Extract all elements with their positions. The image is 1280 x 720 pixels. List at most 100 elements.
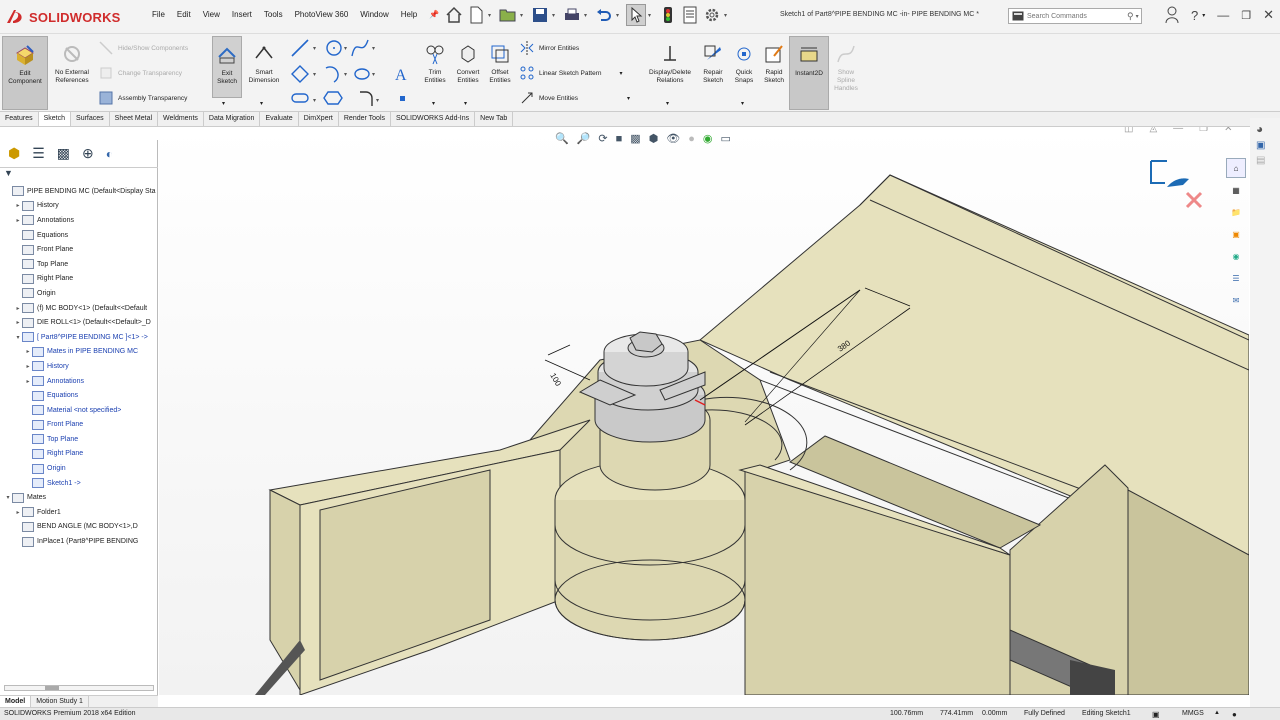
menu-tools[interactable]: Tools	[258, 10, 289, 19]
tree-item[interactable]: Front Plane	[0, 418, 158, 433]
tree-item[interactable]: ▸ Annotations	[0, 213, 158, 228]
tab-evaluate[interactable]: Evaluate	[260, 112, 299, 126]
open-folder-icon[interactable]	[498, 4, 518, 26]
search-box[interactable]: ⚲ ▾	[1008, 8, 1142, 24]
tree-item[interactable]: ▾ Mates	[0, 490, 158, 505]
cancel-corner-icon[interactable]	[1185, 191, 1203, 209]
menu-photoview[interactable]: PhotoView 360	[289, 10, 355, 19]
tile-right-icon[interactable]: ◬	[1149, 127, 1157, 134]
help-icon[interactable]: ?	[1191, 8, 1198, 23]
minimize-icon[interactable]: —	[1217, 8, 1229, 22]
new-document-icon[interactable]	[466, 4, 486, 26]
display-delete-relations-button[interactable]: Display/Delete Relations	[644, 36, 696, 110]
doc-minimize-icon[interactable]: —	[1173, 127, 1183, 134]
tab-features[interactable]: Features	[0, 112, 39, 126]
menu-view[interactable]: View	[197, 10, 226, 19]
tree-item[interactable]: Sketch1 ->	[0, 476, 158, 491]
tree-item[interactable]: Top Plane	[0, 432, 158, 447]
chevron-down-icon[interactable]: ▾	[552, 12, 560, 19]
print-icon[interactable]	[562, 4, 582, 26]
repair-sketch-button[interactable]: Repair Sketch	[699, 36, 727, 110]
zoom-to-area-icon[interactable]: 🔎	[577, 132, 591, 145]
horizontal-scrollbar[interactable]	[4, 685, 154, 691]
tab-motion-study[interactable]: Motion Study 1	[31, 696, 89, 707]
exit-sketch-button[interactable]: Exit Sketch	[212, 36, 242, 98]
menu-help[interactable]: Help	[395, 10, 423, 19]
chevron-up-icon[interactable]: ▲	[1214, 710, 1220, 716]
chevron-right-icon[interactable]: ▸	[24, 378, 32, 385]
tree-item[interactable]: Right Plane	[0, 272, 158, 287]
menu-edit[interactable]: Edit	[171, 10, 197, 19]
rebuild-icon[interactable]: ▣	[1152, 710, 1160, 719]
tree-item[interactable]: PIPE BENDING MC (Default<Display Sta	[0, 184, 158, 199]
tree-item[interactable]: ▸ Annotations	[0, 374, 158, 389]
view-orientation-icon[interactable]: ▩	[630, 132, 640, 145]
change-transparency-button[interactable]: Change Transparency	[98, 65, 182, 81]
edit-appearance-icon[interactable]: ●	[688, 133, 695, 145]
chevron-down-icon[interactable]: ▾	[222, 100, 225, 107]
chevron-down-icon[interactable]: ▾	[464, 100, 467, 107]
chevron-down-icon[interactable]: ▾	[584, 12, 592, 19]
menu-insert[interactable]: Insert	[226, 10, 258, 19]
appearances-icon[interactable]: ◉	[1226, 246, 1246, 266]
chevron-down-icon[interactable]: ▾	[620, 70, 623, 77]
pin-icon[interactable]: 📌	[423, 10, 445, 19]
view-settings-icon[interactable]: ▭	[721, 132, 731, 145]
tab-new-tab[interactable]: New Tab	[475, 112, 514, 126]
hide-show-components-button[interactable]: Hide/Show Components	[98, 40, 188, 56]
tab-sketch[interactable]: Sketch	[38, 112, 72, 126]
mirror-entities-button[interactable]: Mirror Entities	[519, 40, 579, 56]
chevron-down-icon[interactable]: ▾	[616, 12, 624, 19]
home-icon[interactable]	[444, 4, 464, 26]
tree-item[interactable]: ▸ History	[0, 199, 158, 214]
exit-sketch-corner-icon[interactable]	[1150, 160, 1189, 187]
tree-item[interactable]: ▸ Folder1	[0, 505, 158, 520]
tree-item[interactable]: Top Plane	[0, 257, 158, 272]
move-entities-button[interactable]: Move Entities ▾	[519, 90, 630, 106]
chevron-down-icon[interactable]: ▾	[724, 12, 732, 19]
camera-icon[interactable]: ◕	[1256, 122, 1274, 136]
chevron-down-icon[interactable]: ▾	[648, 12, 656, 19]
quick-snaps-button[interactable]: Quick Snaps	[730, 36, 758, 110]
rapid-sketch-button[interactable]: Rapid Sketch	[760, 36, 788, 110]
model-view[interactable]: 380 100	[159, 127, 1249, 695]
view-palette-icon[interactable]: ▣	[1226, 224, 1246, 244]
chevron-right-icon[interactable]: ▸	[24, 363, 32, 370]
previous-view-icon[interactable]: ⟳	[598, 132, 607, 145]
tree-item[interactable]: Equations	[0, 228, 158, 243]
chevron-down-icon[interactable]: ▾	[1202, 12, 1205, 19]
chevron-down-icon[interactable]: ▾	[14, 334, 22, 341]
dimxpert-manager-tab-icon[interactable]: ⊕	[82, 145, 94, 162]
solidworks-logo[interactable]: SOLIDWORKS	[4, 6, 132, 28]
tree-item[interactable]: InPlace1 (Part8^PIPE BENDING	[0, 534, 158, 549]
tree-item[interactable]: ▸ (f) MC BODY<1> (Default<<Default	[0, 301, 158, 316]
no-external-references-button[interactable]: No External References	[49, 36, 95, 110]
chevron-right-icon[interactable]: ▸	[14, 217, 22, 224]
screen-capture-icon[interactable]: ▣	[1256, 140, 1274, 151]
design-library-icon[interactable]: ▦	[1226, 180, 1246, 200]
file-explorer-icon[interactable]: 📁	[1226, 202, 1246, 222]
edit-component-button[interactable]: Edit Component	[2, 36, 48, 110]
forum-icon[interactable]: ✉	[1226, 290, 1246, 310]
options-gear-icon[interactable]	[702, 4, 722, 26]
user-account-icon[interactable]	[1165, 6, 1179, 24]
chevron-down-icon[interactable]: ▾	[666, 100, 669, 107]
restore-icon[interactable]: ❐	[1241, 9, 1251, 22]
hide-show-items-icon[interactable]: 👁	[666, 132, 680, 145]
rebuild-traffic-light-icon[interactable]	[658, 4, 678, 26]
chevron-down-icon[interactable]: ▾	[520, 12, 528, 19]
menu-window[interactable]: Window	[354, 10, 394, 19]
chevron-right-icon[interactable]: ▸	[14, 305, 22, 312]
configuration-manager-tab-icon[interactable]: ▩	[57, 145, 70, 162]
tree-item[interactable]: Material <not specified>	[0, 403, 158, 418]
chevron-right-icon[interactable]: ▸	[14, 319, 22, 326]
tile-left-icon[interactable]: ◫	[1124, 127, 1133, 134]
graphics-area[interactable]: 380 100 🔍 🔎 ⟳ ■ ▩ ⬢ 👁 ● ◉ ▭ ◫ ◬ — ❐ ✕	[159, 127, 1249, 695]
display-manager-tab-icon[interactable]: ◐	[106, 147, 113, 161]
units-selector[interactable]: MMGS	[1182, 710, 1204, 717]
menu-file[interactable]: File	[146, 10, 171, 19]
tab-addins[interactable]: SOLIDWORKS Add-Ins	[391, 112, 476, 126]
chevron-down-icon[interactable]: ▾	[1136, 13, 1139, 20]
search-input[interactable]	[1027, 12, 1123, 20]
doc-close-icon[interactable]: ✕	[1224, 127, 1232, 134]
